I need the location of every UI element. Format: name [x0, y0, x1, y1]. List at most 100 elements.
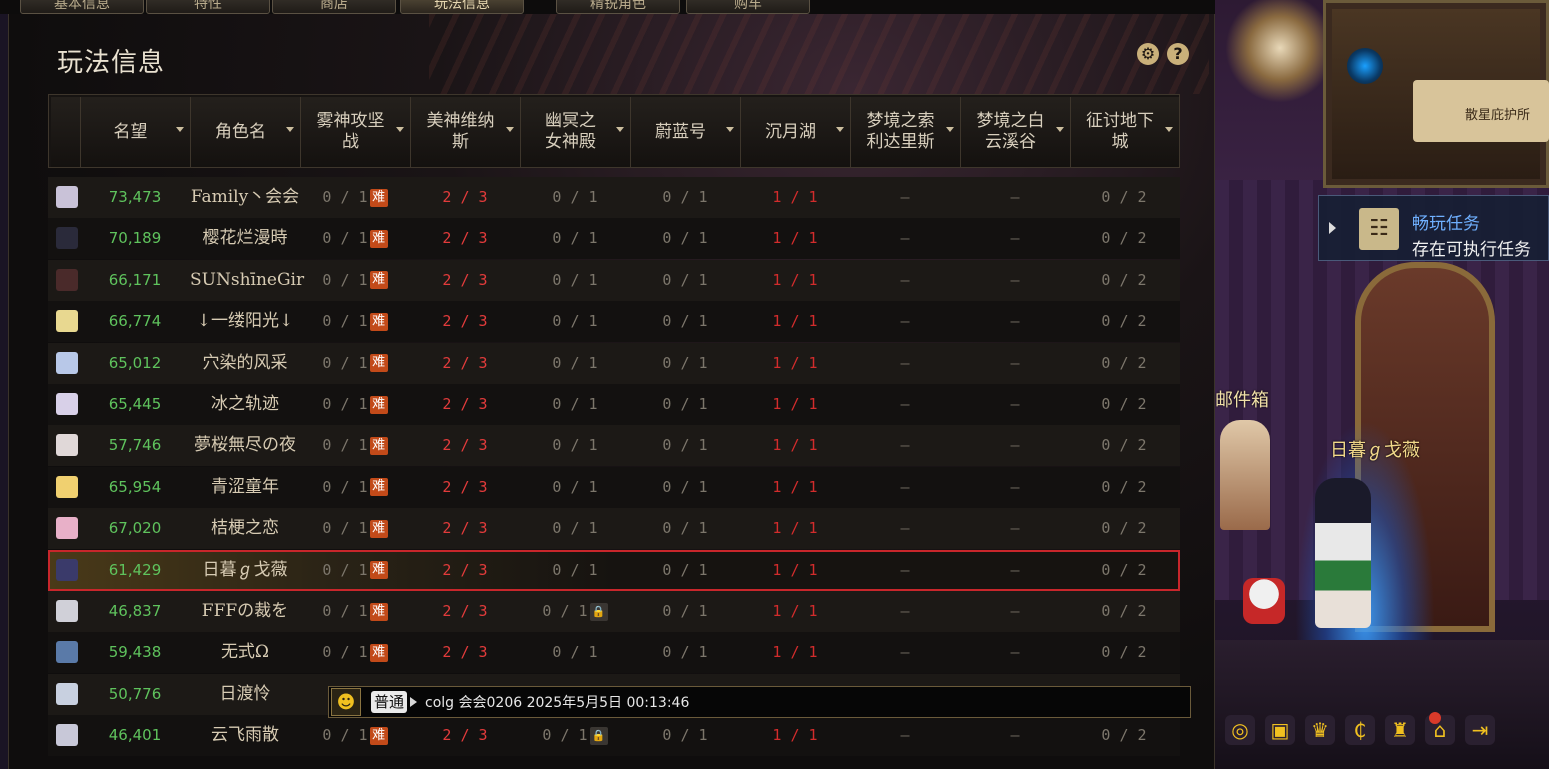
play-info-panel: 玩法信息 ⚙ ? 名望 角色名 雾神攻坚战 美神维纳斯 幽冥之女神殿 蔚蓝号 沉… [8, 14, 1215, 769]
cell-name: 无式Ω [190, 632, 300, 673]
currency-icon[interactable]: ₵ [1345, 715, 1375, 745]
cell-youming-value: 0 / 1 [552, 229, 598, 248]
quest-notification[interactable]: ☷ 畅玩任务 存在可执行任务 [1318, 195, 1549, 261]
cell-name-value: 桔梗之恋 [211, 518, 279, 539]
col-name[interactable]: 角色名 [191, 97, 301, 167]
cell-meishen-value: 2 / 3 [442, 602, 488, 620]
character-avatar-icon [56, 641, 78, 664]
table-row[interactable]: 46,837 FFFの裁を 0 / 1难2 / 30 / 1 🔒 0 / 11 / 1–… [48, 591, 1180, 632]
cell-wushen: 0 / 1难 [300, 550, 410, 591]
col-name-label: 角色名 [215, 121, 266, 142]
crown-icon[interactable]: ♛ [1305, 715, 1335, 745]
col-wushen[interactable]: 雾神攻坚战 [301, 97, 411, 167]
table-row[interactable]: 46,401 云飞雨散 0 / 1难2 / 30 / 1 🔒 0 / 11 / 1– –0… [48, 715, 1180, 757]
table-row[interactable]: 65,012 穴染的风采 0 / 1难2 / 30 / 10 / 11 / 1– –0… [48, 342, 1180, 384]
col-meishen[interactable]: 美神维纳斯 [411, 97, 521, 167]
pet-companion [1243, 578, 1285, 624]
player-character[interactable] [1315, 478, 1371, 628]
col-youming[interactable]: 幽冥之女神殿 [521, 97, 631, 167]
cell-chenyue-value: 1 / 1 [772, 312, 818, 331]
tab-elite-characters[interactable]: 精锐角色 [556, 0, 680, 14]
table-row[interactable]: 66,171 SUNshīneGir 0 / 1难2 / 30 / 10 / 11 … [48, 259, 1180, 301]
table-header: 名望 角色名 雾神攻坚战 美神维纳斯 幽冥之女神殿 蔚蓝号 沉月湖 梦境之索利达… [48, 94, 1180, 168]
cell-baiyun-value: – [1010, 560, 1020, 579]
chat-arrow-icon [410, 697, 418, 707]
cell-suolida-value: – [900, 229, 910, 248]
hard-mode-badge: 难 [369, 726, 388, 745]
table-row[interactable]: 59,438 无式Ω 0 / 1难2 / 30 / 10 / 11 / 1– –0 /… [48, 632, 1180, 674]
table-row[interactable]: 67,020 桔梗之恋 0 / 1难2 / 30 / 10 / 11 / 1– –0 … [48, 508, 1180, 550]
expand-arrow-icon[interactable] [1329, 222, 1336, 234]
cell-zhengtao: 0 / 2 [1070, 591, 1178, 632]
cell-weilan-value: 0 / 1 [662, 395, 708, 413]
hard-mode-badge: 难 [369, 229, 388, 248]
cell-suolida: – [850, 467, 960, 508]
character-avatar-icon [56, 393, 78, 415]
cell-weilan-value: 0 / 1 [662, 477, 708, 496]
tab-purchase[interactable]: 购车 [686, 0, 810, 14]
table-row-selected[interactable]: 61,429 日暮ℊ戈薇 0 / 1难2 / 30 / 10 / 11 / 1– –0… [48, 549, 1180, 591]
cell-wushen: 0 / 1难 [300, 218, 410, 259]
col-weilan[interactable]: 蔚蓝号 [631, 97, 741, 167]
col-chenyue[interactable]: 沉月湖 [741, 97, 851, 167]
cell-weilan-value: 0 / 1 [662, 602, 708, 620]
table-row[interactable]: 65,954 青涩童年 0 / 1难2 / 30 / 10 / 11 / 1– –0 … [48, 466, 1180, 508]
cell-zhengtao: 0 / 2 [1070, 301, 1178, 342]
cell-wushen: 0 / 1难 [300, 591, 410, 632]
cell-fame: 61,429 [80, 550, 190, 591]
cell-wushen-value: 0 / 1 [322, 436, 368, 455]
col-suolida[interactable]: 梦境之索利达里斯 [851, 97, 961, 167]
cell-baiyun: – [960, 384, 1070, 425]
coin-icon[interactable]: ◎ [1225, 715, 1255, 745]
cell-fame: 65,445 [80, 384, 190, 425]
character-avatar-icon [56, 682, 78, 705]
chat-message-bar[interactable]: ☻ 普通 colg 会会0206 2025年5月5日 00:13:46 [328, 686, 1191, 718]
cell-chenyue: 1 / 1 [740, 632, 850, 673]
cell-chenyue-value: 1 / 1 [772, 436, 818, 455]
cell-zhengtao: 0 / 2 [1070, 384, 1178, 425]
cell-weilan-value: 0 / 1 [662, 188, 708, 206]
question-icon[interactable]: ? [1167, 43, 1189, 65]
cell-baiyun: – [960, 301, 1070, 342]
cell-name: 穴染的风采 [190, 343, 300, 384]
col-zhengtao[interactable]: 征讨地下城 [1071, 97, 1179, 167]
tab-play-info[interactable]: 玩法信息 [400, 0, 524, 14]
cell-youming: 0 / 1 [520, 425, 630, 466]
cell-fame-value: 50,776 [108, 684, 162, 703]
gift-icon[interactable]: ▣ [1265, 715, 1295, 745]
tab-shop[interactable]: 商店 [272, 0, 396, 14]
hard-mode-badge: 难 [369, 643, 388, 662]
table-row[interactable]: 70,189 樱花烂漫時 0 / 1难2 / 30 / 10 / 11 / 1– –0… [48, 218, 1180, 260]
map-location-pin-icon[interactable] [1347, 48, 1383, 84]
cell-meishen: 2 / 3 [410, 384, 520, 425]
cell-chenyue-value: 1 / 1 [772, 560, 818, 579]
cell-chenyue-value: 1 / 1 [772, 188, 818, 206]
tab-basic-info[interactable]: 基本信息 [20, 0, 144, 14]
chat-avatar-icon[interactable]: ☻ [331, 688, 361, 716]
table-row[interactable]: 57,746 夢桜無尽の夜 0 / 1难2 / 30 / 10 / 11 / 1– –… [48, 425, 1180, 467]
cell-name-value: 冰之轨迹 [211, 394, 279, 414]
emblem-icon[interactable]: ♜ [1385, 715, 1415, 745]
table-row[interactable]: 65,445 冰之轨迹 0 / 1难2 / 30 / 10 / 11 / 1– –0 … [48, 384, 1180, 425]
cell-youming-value: 0 / 1 [552, 188, 598, 206]
cell-wushen: 0 / 1难 [300, 301, 410, 342]
hard-mode-badge: 难 [369, 519, 388, 538]
table-row[interactable]: 66,774 ↓一缕阳光↓ 0 / 1难2 / 30 / 10 / 11 / 1– –… [48, 301, 1180, 343]
character-avatar-icon [56, 724, 78, 747]
mailbox[interactable] [1220, 420, 1270, 530]
cell-youming: 0 / 1 [520, 301, 630, 342]
hard-mode-badge: 难 [369, 395, 388, 414]
exit-icon[interactable]: ⇥ [1465, 715, 1495, 745]
cell-meishen-value: 2 / 3 [442, 560, 488, 579]
quest-scroll-icon: ☷ [1359, 208, 1399, 250]
col-youming-label: 幽冥之女神殿 [545, 111, 596, 152]
gear-icon[interactable]: ⚙ [1137, 43, 1159, 65]
col-baiyun[interactable]: 梦境之白云溪谷 [961, 97, 1071, 167]
sort-arrow-icon [616, 127, 624, 132]
cell-wushen-value: 0 / 1 [322, 188, 368, 206]
table-row[interactable]: 73,473 Family丶会会 0 / 1难2 / 30 / 10 / 11 / … [48, 177, 1180, 218]
cell-meishen: 2 / 3 [410, 508, 520, 549]
cell-chenyue: 1 / 1 [740, 550, 850, 591]
tab-traits[interactable]: 特性 [146, 0, 270, 14]
col-fame[interactable]: 名望 [81, 97, 191, 167]
